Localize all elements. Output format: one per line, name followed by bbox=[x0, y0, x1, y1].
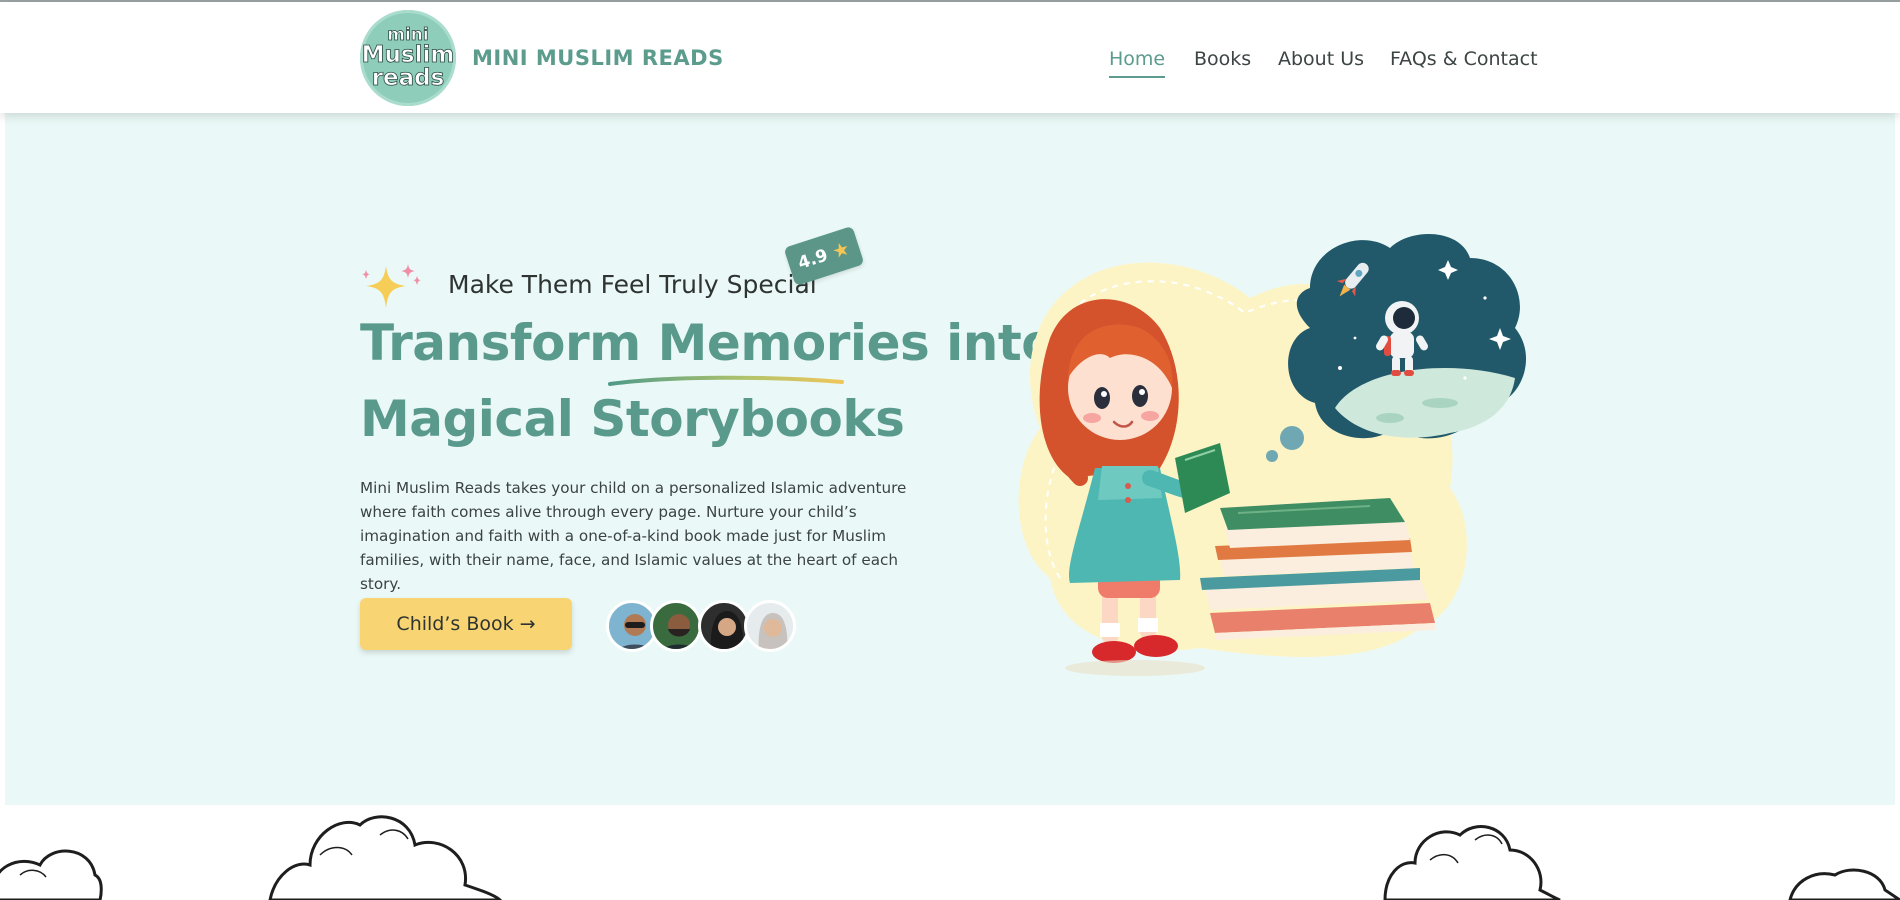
logo-line-1: mini bbox=[387, 24, 429, 45]
sparkle-icon bbox=[362, 264, 421, 308]
avatar bbox=[650, 600, 702, 652]
logo-line-2: Muslim bbox=[361, 41, 455, 68]
avatar bbox=[744, 600, 796, 652]
brand-name[interactable]: MINI MUSLIM READS bbox=[472, 46, 724, 70]
hero-illustration bbox=[1018, 234, 1527, 676]
headline-underline bbox=[608, 375, 844, 386]
customer-avatars bbox=[606, 600, 796, 654]
rating-value: 4.9 bbox=[795, 245, 831, 274]
childs-book-button[interactable]: Child’s Book → bbox=[360, 598, 572, 650]
star-icon: ★ bbox=[829, 237, 853, 264]
logo[interactable]: mini Muslim reads bbox=[360, 10, 456, 106]
site-header: mini Muslim reads MINI MUSLIM READS Home… bbox=[0, 2, 1900, 113]
hero-section bbox=[5, 113, 1895, 805]
nav-about-us[interactable]: About Us bbox=[1278, 48, 1364, 78]
nav-faqs-contact[interactable]: FAQs & Contact bbox=[1390, 48, 1538, 78]
nav-home[interactable]: Home bbox=[1109, 48, 1166, 78]
avatar bbox=[698, 600, 750, 652]
hero-tagline: Make Them Feel Truly Special bbox=[448, 270, 817, 299]
nav-books[interactable]: Books bbox=[1194, 48, 1251, 78]
hero-description: Mini Muslim Reads takes your child on a … bbox=[360, 479, 907, 593]
hero-headline-line-1: Transform Memories into bbox=[360, 314, 1056, 372]
logo-line-3: reads bbox=[371, 64, 445, 91]
headline-word-transform: Transform bbox=[360, 314, 641, 372]
hero-headline-line-2: Magical Storybooks bbox=[360, 390, 905, 448]
decorative-clouds bbox=[0, 815, 1900, 900]
headline-word-memories: Memories bbox=[657, 314, 930, 372]
